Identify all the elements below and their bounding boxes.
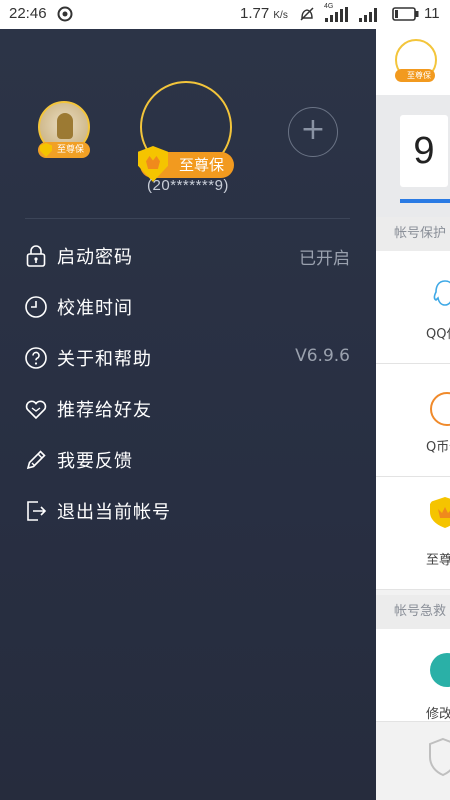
pencil-icon xyxy=(26,450,46,470)
token-code-area: 9 xyxy=(376,95,450,217)
token-digit: 9 xyxy=(400,115,448,187)
modify-icon xyxy=(430,653,450,687)
menu-label: 推荐给好友 xyxy=(57,400,152,421)
section-header-protection: 帐号保护 xyxy=(376,217,450,251)
vip-badge-small: 至尊保 xyxy=(38,142,90,158)
menu-item-recommend[interactable]: 推荐给好友 xyxy=(0,387,376,438)
card-label: QQ保 xyxy=(426,327,450,342)
menu-label: 我要反馈 xyxy=(57,451,133,472)
card-modify[interactable]: 修改 xyxy=(376,629,450,722)
card-vip-protect[interactable]: 至尊 xyxy=(376,477,450,590)
avatar-figure xyxy=(57,113,73,139)
divider xyxy=(25,218,350,219)
signal-icon-2 xyxy=(359,8,377,22)
signal-icon xyxy=(325,7,348,22)
lock-icon xyxy=(26,245,46,267)
menu-item-feedback[interactable]: 我要反馈 xyxy=(0,438,376,489)
card-qq-protect[interactable]: QQ保 xyxy=(376,251,450,364)
notification-icon xyxy=(57,6,73,22)
logout-icon xyxy=(27,501,47,521)
drawer-menu: 启动密码 已开启 校准时间 关于和帮助 V6.9.6 推荐给好友 我要反馈 退出… xyxy=(0,234,376,540)
shield-outline-icon[interactable] xyxy=(428,737,450,777)
coin-icon xyxy=(430,392,450,426)
menu-label: 退出当前帐号 xyxy=(57,502,171,523)
vip-badge-current: 至尊保 xyxy=(138,146,234,182)
network-speed: 1.77 K/s xyxy=(240,5,288,22)
shield-icon xyxy=(40,143,52,157)
account-id: (20*******9) xyxy=(147,177,229,194)
add-account-button[interactable]: + xyxy=(288,107,338,157)
menu-label: 关于和帮助 xyxy=(57,349,152,370)
qq-icon xyxy=(433,280,450,306)
side-drawer: 至尊保 至尊保 + (20*******9) 启动密码 已开启 校准时间 关于和… xyxy=(0,29,376,800)
menu-item-calibrate-time[interactable]: 校准时间 xyxy=(0,285,376,336)
card-label: Q币保 xyxy=(426,440,450,455)
battery-icon xyxy=(392,7,419,21)
menu-item-startup-password[interactable]: 启动密码 已开启 xyxy=(0,234,376,285)
clock-icon xyxy=(25,296,47,318)
app-version: V6.9.6 xyxy=(295,346,350,366)
menu-value: 已开启 xyxy=(299,249,350,269)
menu-label: 校准时间 xyxy=(57,298,133,319)
card-label: 修改 xyxy=(426,707,450,722)
main-content: 至尊保 9 帐号保护 QQ保 Q币保 至尊 帐号急救 修改 xyxy=(376,29,450,800)
status-bar: 22:46 1.77 K/s 4G 11 xyxy=(0,0,450,29)
card-label: 至尊 xyxy=(426,553,450,568)
battery-level: 11 xyxy=(424,5,440,22)
help-icon xyxy=(25,347,47,369)
heart-icon xyxy=(25,400,47,420)
menu-label: 启动密码 xyxy=(57,247,133,268)
menu-item-about-help[interactable]: 关于和帮助 V6.9.6 xyxy=(0,336,376,387)
crown-shield-icon xyxy=(430,497,450,528)
card-qcoin-protect[interactable]: Q币保 xyxy=(376,364,450,477)
main-topbar: 至尊保 xyxy=(376,29,450,95)
token-progress-bar xyxy=(400,199,450,203)
main-vip-badge: 至尊保 xyxy=(395,69,435,82)
mute-icon xyxy=(300,7,314,21)
menu-item-logout[interactable]: 退出当前帐号 xyxy=(0,489,376,540)
status-time: 22:46 xyxy=(9,5,47,22)
section-header-emergency: 帐号急救 xyxy=(376,595,450,629)
